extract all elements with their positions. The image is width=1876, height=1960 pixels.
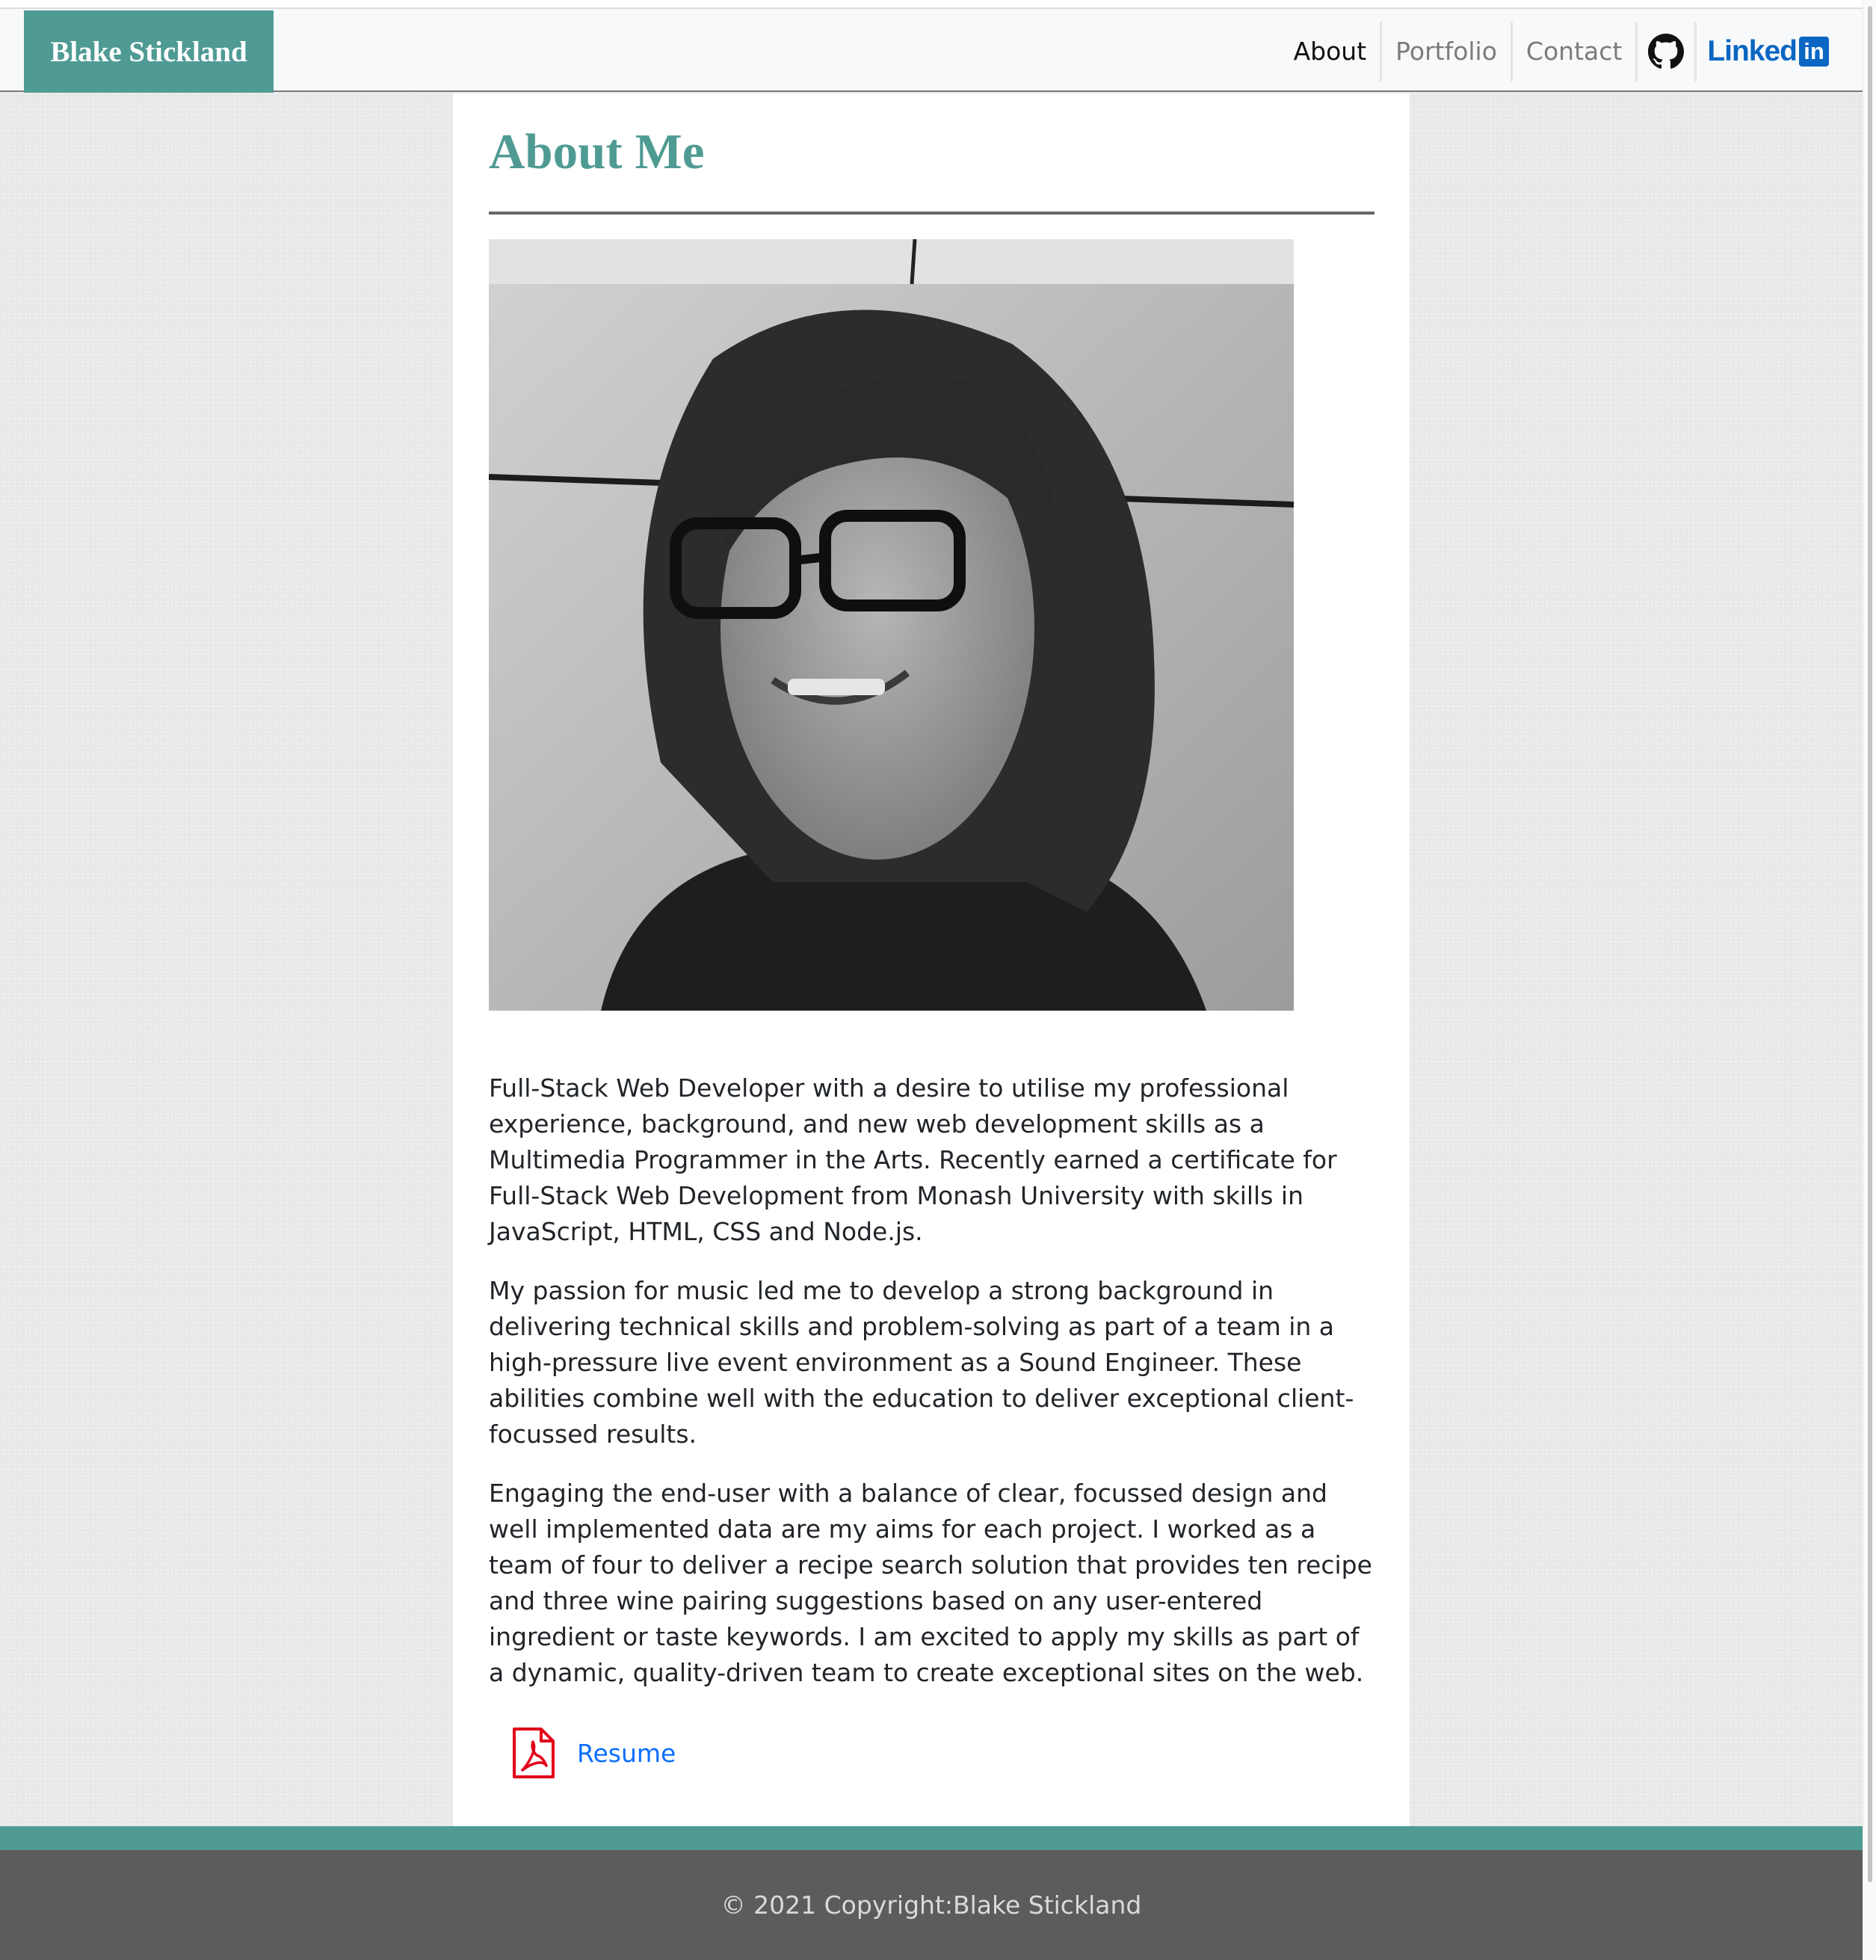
linkedin-icon: Linked bbox=[1707, 34, 1798, 67]
resume-label: Resume bbox=[577, 1738, 676, 1768]
footer-accent-bar bbox=[0, 1826, 1863, 1850]
page-title: About Me bbox=[489, 124, 705, 179]
footer: © 2021 Copyright:Blake Stickland bbox=[0, 1850, 1863, 1960]
title-divider bbox=[489, 212, 1374, 215]
bio: Full-Stack Web Developer with a desire t… bbox=[489, 1070, 1378, 1714]
bio-paragraph: My passion for music led me to develop a… bbox=[489, 1276, 1354, 1449]
copyright-text: © 2021 Copyright:Blake Stickland bbox=[721, 1890, 1142, 1920]
pdf-icon bbox=[513, 1728, 555, 1778]
nav-about[interactable]: About bbox=[1280, 9, 1380, 93]
resume-link[interactable]: Resume bbox=[511, 1727, 676, 1779]
profile-photo bbox=[489, 239, 1294, 1011]
window-top-edge bbox=[0, 0, 1863, 7]
nav-links: About Portfolio Contact Linked in bbox=[1280, 9, 1836, 93]
linkedin-link[interactable]: Linked in bbox=[1697, 9, 1836, 93]
scrollbar[interactable] bbox=[1863, 0, 1876, 1960]
nav-portfolio[interactable]: Portfolio bbox=[1382, 9, 1511, 93]
bio-paragraph: Engaging the end-user with a balance of … bbox=[489, 1479, 1372, 1687]
github-link[interactable] bbox=[1638, 9, 1694, 93]
brand-link[interactable]: Blake Stickland bbox=[24, 10, 274, 93]
bio-paragraph: Full-Stack Web Developer with a desire t… bbox=[489, 1073, 1337, 1246]
about-card: About Me Full-Stack Web Developer with a… bbox=[453, 93, 1410, 1826]
linkedin-in-icon: in bbox=[1799, 36, 1829, 67]
scrollbar-thumb[interactable] bbox=[1868, 6, 1872, 1882]
nav-contact[interactable]: Contact bbox=[1513, 9, 1635, 93]
navbar: Blake Stickland About Portfolio Contact … bbox=[0, 7, 1863, 93]
github-icon bbox=[1648, 33, 1685, 69]
